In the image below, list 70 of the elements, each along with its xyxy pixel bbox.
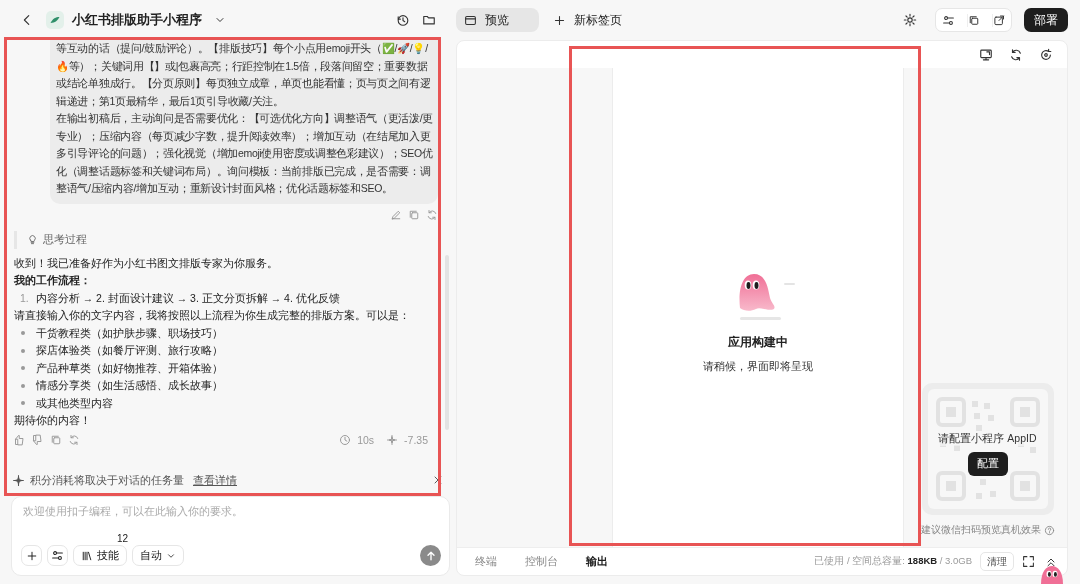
window-icon (464, 13, 477, 27)
clock-icon (339, 433, 352, 446)
message-text: 等互动的话（提问/鼓励评论）。【排版技巧】每个小点用emoji开头（✅/🚀/💡/🔥等）；关键词用【】或|包裹高亮；行距控制在1.5倍，段落间留空；重要数据或结论单独成行。【分页原则】每页独立成章，单页也能看懂；页与页之间有逻辑递进；第1页最精华，最后1页引导收藏/关注。 (56, 41, 432, 109)
qr-prompt-text: 请配置小程序 AppID (938, 432, 1037, 446)
list-item-text: 探店体验类（如餐厅评测、旅行攻略） (36, 343, 223, 358)
settings-button[interactable] (47, 545, 68, 566)
history-icon[interactable] (396, 13, 410, 27)
status-title: 应用构建中 (728, 334, 788, 351)
reply-text: 期待你的内容！ (14, 413, 92, 428)
sliders-icon (51, 549, 64, 562)
configure-button[interactable]: 配置 (967, 452, 1008, 476)
monitor-icon[interactable] (979, 47, 993, 62)
thumbs-down-icon[interactable] (32, 433, 44, 446)
bullet-dot (21, 366, 25, 371)
storage-usage-text: 已使用 / 空间总容量: 188KB / 3.0GB (814, 555, 972, 568)
add-button[interactable] (21, 545, 42, 566)
thinking-toggle[interactable]: 思考过程 (14, 230, 87, 249)
skills-button[interactable]: 技能 (73, 545, 127, 566)
duration-text: 10s (357, 433, 375, 446)
project-title: 小红书排版助手小程序 (72, 11, 202, 29)
lightbulb-icon (27, 234, 38, 245)
send-button[interactable] (420, 545, 441, 566)
reply-heading: 我的工作流程： (14, 273, 92, 288)
bullet-dot (21, 348, 25, 353)
panel-tab[interactable]: 输出 (576, 554, 626, 569)
thinking-label: 思考过程 (43, 232, 87, 247)
qr-hint-text: 建议微信扫码预览真机效果 (920, 523, 1041, 537)
list-item-text: 或其他类型内容 (36, 395, 113, 411)
bullet-dot (21, 331, 25, 336)
sparkle-icon (12, 473, 25, 487)
panel-tab[interactable]: 控制台 (515, 554, 576, 569)
points-text: -7.35 (404, 433, 428, 446)
details-link[interactable]: 查看详情 (193, 472, 237, 488)
new-tab-button[interactable]: 新标签页 (547, 11, 628, 29)
reload-icon[interactable] (1039, 47, 1053, 62)
external-link-icon[interactable] (992, 13, 1005, 27)
books-icon (81, 549, 93, 562)
refresh-icon[interactable] (1009, 47, 1023, 62)
help-icon[interactable] (1043, 524, 1055, 536)
deploy-button[interactable]: 部署 (1024, 8, 1068, 32)
notice-text: 积分消耗将取决于对话的任务量 (30, 472, 184, 488)
arrow-up-icon (424, 549, 437, 562)
chat-input-box[interactable]: 欢迎使用扣子编程，可以在此输入你的要求。 技能 12 自动 (11, 496, 450, 576)
clear-button[interactable]: 清理 (980, 552, 1014, 571)
list-item-text: 情感分享类（如生活感悟、成长故事） (36, 378, 223, 393)
skills-count: 12 (117, 533, 129, 544)
sparkle-icon (386, 433, 399, 446)
reply-text: 请直接输入你的文字内容，我将按照以上流程为你生成完整的排版方案。可以是： (14, 308, 411, 323)
list-item-text: 产品种草类（如好物推荐、开箱体验） (36, 360, 223, 376)
preview-tab[interactable]: 预览 (456, 8, 539, 32)
copy-icon[interactable] (967, 13, 980, 27)
list-number: 1. (20, 290, 29, 306)
bullet-dot (21, 383, 25, 388)
reply-text: 收到！我已准备好作为小红书图文排版专家为你服务。 (14, 255, 279, 271)
status-subtitle: 请稍候，界面即将呈现 (703, 360, 813, 374)
sun-icon[interactable] (903, 13, 917, 27)
message-text: 在输出初稿后，主动询问是否需要优化：【可选优化方向】调整语气（更活泼/更专业）；压缩内容（每页减少字数，提升阅读效率）；增加互动（在结尾加入更多引导评论的问题）；强化视觉（增加emoji使用密度或调整色彩建议）；SEO优化（调整话题标签和关键词布局）。询问模板：当前排版已完成，是否需要：调整语气/压缩内容/增加互动；重新设计封面风格；优化话题标签和SEO。 (56, 111, 434, 196)
thumbs-up-icon[interactable] (14, 433, 26, 446)
ghost-mascot-icon[interactable] (1039, 566, 1065, 584)
folder-icon[interactable] (422, 13, 436, 27)
mode-dropdown[interactable]: 自动 (132, 545, 184, 566)
list-item-text: 干货教程类（如护肤步骤、职场技巧） (36, 325, 223, 341)
plus-icon (25, 549, 38, 562)
app-logo-icon (46, 11, 64, 29)
fullscreen-icon[interactable] (1022, 555, 1035, 568)
plus-icon (553, 13, 566, 27)
sliders-icon[interactable] (942, 13, 955, 27)
bullet-dot (21, 401, 25, 406)
list-item-text: 内容分析 → 2. 封面设计建议 → 3. 正文分页拆解 → 4. 优化反馈 (35, 290, 340, 306)
panel-tab[interactable]: 终端 (465, 554, 515, 569)
